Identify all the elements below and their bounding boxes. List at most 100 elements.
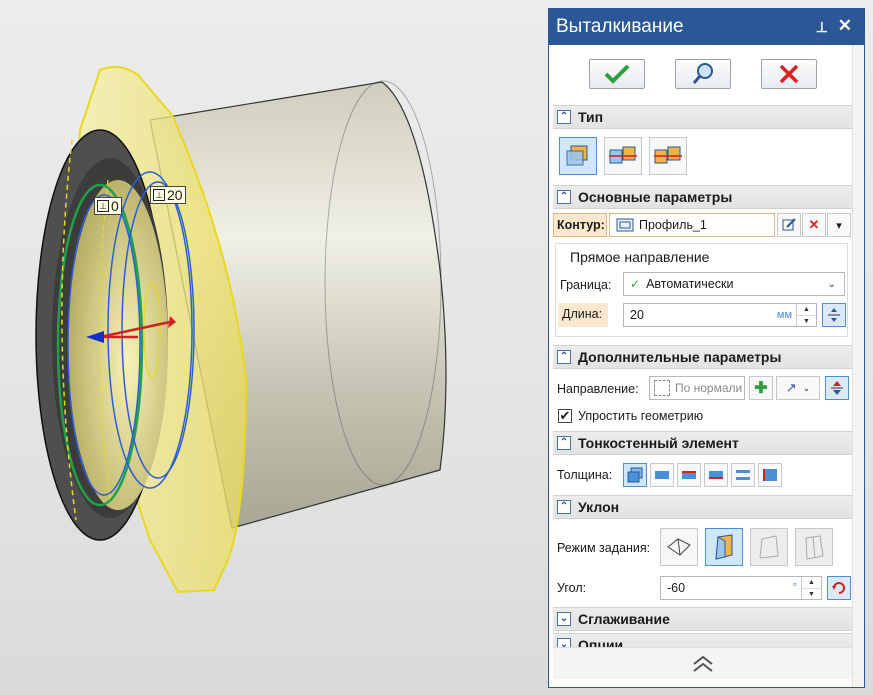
expand-icon: ⌄ (557, 612, 571, 626)
contour-field[interactable]: Профиль_1 (609, 213, 775, 237)
box-symmetric-icon (609, 146, 637, 164)
draft-angle-input[interactable]: -60 ° ▲ ▼ (660, 576, 822, 600)
dimension-label-start[interactable]: ⊥ 0 (94, 197, 122, 215)
box-extrude-icon (566, 145, 588, 166)
chevron-down-icon: ⌄ (827, 279, 836, 290)
section-draft[interactable]: ⌃ Уклон (553, 495, 852, 519)
forward-direction-heading: Прямое направление (570, 249, 710, 265)
draft-mode-outward[interactable] (750, 528, 788, 566)
chevron-down-icon: ▾ (836, 219, 842, 232)
add-direction-button[interactable]: ✚ (749, 376, 773, 400)
magnifier-icon (692, 63, 713, 84)
thickness-symmetric-button[interactable] (758, 463, 782, 487)
chevron-down-icon: ⌄ (802, 382, 811, 393)
plus-icon: ✚ (754, 380, 768, 397)
profile-icon (616, 218, 634, 232)
section-main-params[interactable]: ⌃ Основные параметры (553, 185, 852, 209)
cross-icon: ✕ (808, 217, 820, 232)
contour-label: Контур: (557, 218, 605, 232)
pin-icon[interactable]: ⊥ (816, 19, 828, 36)
action-bar (553, 59, 852, 91)
panel-titlebar[interactable]: Выталкивание ⊥ ✕ (549, 9, 864, 45)
extrude-type-middle[interactable] (649, 137, 687, 175)
panel-title: Выталкивание (556, 16, 684, 37)
forward-direction-group: Прямое направление Граница: ✓ Автоматиче… (555, 243, 848, 337)
model-viewport[interactable]: ⊥ 0 ⊥ 20 (0, 0, 548, 695)
draft-mode-both[interactable] (795, 528, 833, 566)
draft-mode-inward[interactable] (705, 528, 743, 566)
spin-down-icon[interactable]: ▼ (802, 589, 821, 600)
length-label: Длина: (562, 307, 603, 321)
reverse-direction-button[interactable] (825, 376, 849, 400)
auto-icon: ✓ (630, 277, 641, 291)
double-chevron-up-icon (692, 655, 713, 672)
reverse-draft-button[interactable] (827, 576, 851, 600)
flip-icon (828, 308, 840, 322)
draft-inward-icon (715, 534, 733, 560)
flip-direction-button[interactable] (822, 303, 846, 327)
collapse-icon: ⌃ (557, 436, 571, 450)
thickness-middle-button[interactable] (704, 463, 728, 487)
extrude-panel: Выталкивание ⊥ ✕ ⌃ Тип ⌃ Основные параме… (548, 8, 865, 688)
panel-body: ⌃ Тип ⌃ Основные параметры Контур: Профи… (553, 45, 852, 687)
collapse-icon: ⌃ (557, 500, 571, 514)
angle-spinner[interactable]: ▲ ▼ (801, 577, 821, 599)
section-thin-wall[interactable]: ⌃ Тонкостенный элемент (553, 431, 852, 455)
checkmark-icon (604, 64, 630, 84)
spin-up-icon[interactable]: ▲ (797, 304, 816, 316)
direction-type-dropdown[interactable]: ↗ ⌄ (776, 376, 820, 400)
thickness-two-side-button[interactable] (731, 463, 755, 487)
section-smoothing[interactable]: ⌄ Сглаживание (553, 607, 852, 631)
refresh-icon (832, 582, 845, 594)
edit-contour-button[interactable] (777, 213, 801, 237)
extrude-type-two-side[interactable] (604, 137, 642, 175)
wire-box-icon (667, 538, 691, 556)
boundary-select[interactable]: ✓ Автоматически ⌄ (623, 272, 845, 296)
wall-symmetric-icon (763, 469, 777, 481)
collapse-icon: ⌃ (557, 350, 571, 364)
length-input[interactable]: 20 мм ▲ ▼ (623, 303, 817, 327)
dimension-label-length[interactable]: ⊥ 20 (150, 186, 186, 204)
section-extra-params[interactable]: ⌃ Дополнительные параметры (553, 345, 852, 369)
preview-button[interactable] (675, 59, 731, 89)
direction-label: Направление: (557, 382, 639, 396)
thickness-outside-button[interactable] (650, 463, 674, 487)
spin-up-icon[interactable]: ▲ (802, 577, 821, 589)
length-label-box: Длина: (558, 303, 608, 327)
contour-dropdown-button[interactable]: ▾ (827, 213, 851, 237)
wall-inside-icon (682, 471, 696, 479)
edit-icon (782, 218, 796, 231)
dimension-icon: ⊥ (97, 200, 109, 212)
panel-scrollbar[interactable] (852, 45, 864, 687)
boundary-label: Граница: (560, 278, 612, 292)
collapse-all-button[interactable] (553, 647, 852, 679)
model-drawing (35, 65, 447, 594)
length-spinner[interactable]: ▲ ▼ (796, 304, 816, 326)
spin-down-icon[interactable]: ▼ (797, 316, 816, 327)
collapse-icon: ⌃ (557, 110, 571, 124)
box-middle-icon (654, 146, 682, 164)
contour-label-box: Контур: (553, 213, 607, 237)
thickness-label: Толщина: (557, 468, 613, 482)
wall-outside-icon (655, 471, 669, 479)
thickness-inside-button[interactable] (677, 463, 701, 487)
draft-angle-unit: ° (792, 582, 797, 594)
cross-icon (779, 64, 799, 84)
extrude-type-one-side[interactable] (559, 137, 597, 175)
dimension-icon: ⊥ (153, 189, 165, 201)
section-type[interactable]: ⌃ Тип (553, 105, 852, 129)
cancel-button[interactable] (761, 59, 817, 89)
draft-both-icon (805, 535, 824, 560)
draft-outward-icon (759, 535, 779, 559)
simplify-checkbox[interactable]: ✔ (558, 409, 572, 423)
close-icon[interactable]: ✕ (838, 16, 852, 36)
draft-mode-label: Режим задания: (557, 541, 651, 555)
remove-contour-button[interactable]: ✕ (802, 213, 826, 237)
collapse-icon: ⌃ (557, 190, 571, 204)
arrow-icon: ↗ (785, 380, 797, 395)
apply-button[interactable] (589, 59, 645, 89)
flip-icon (831, 381, 843, 395)
direction-field[interactable]: По нормали (649, 376, 745, 400)
thickness-none-button[interactable] (623, 463, 647, 487)
draft-mode-none[interactable] (660, 528, 698, 566)
